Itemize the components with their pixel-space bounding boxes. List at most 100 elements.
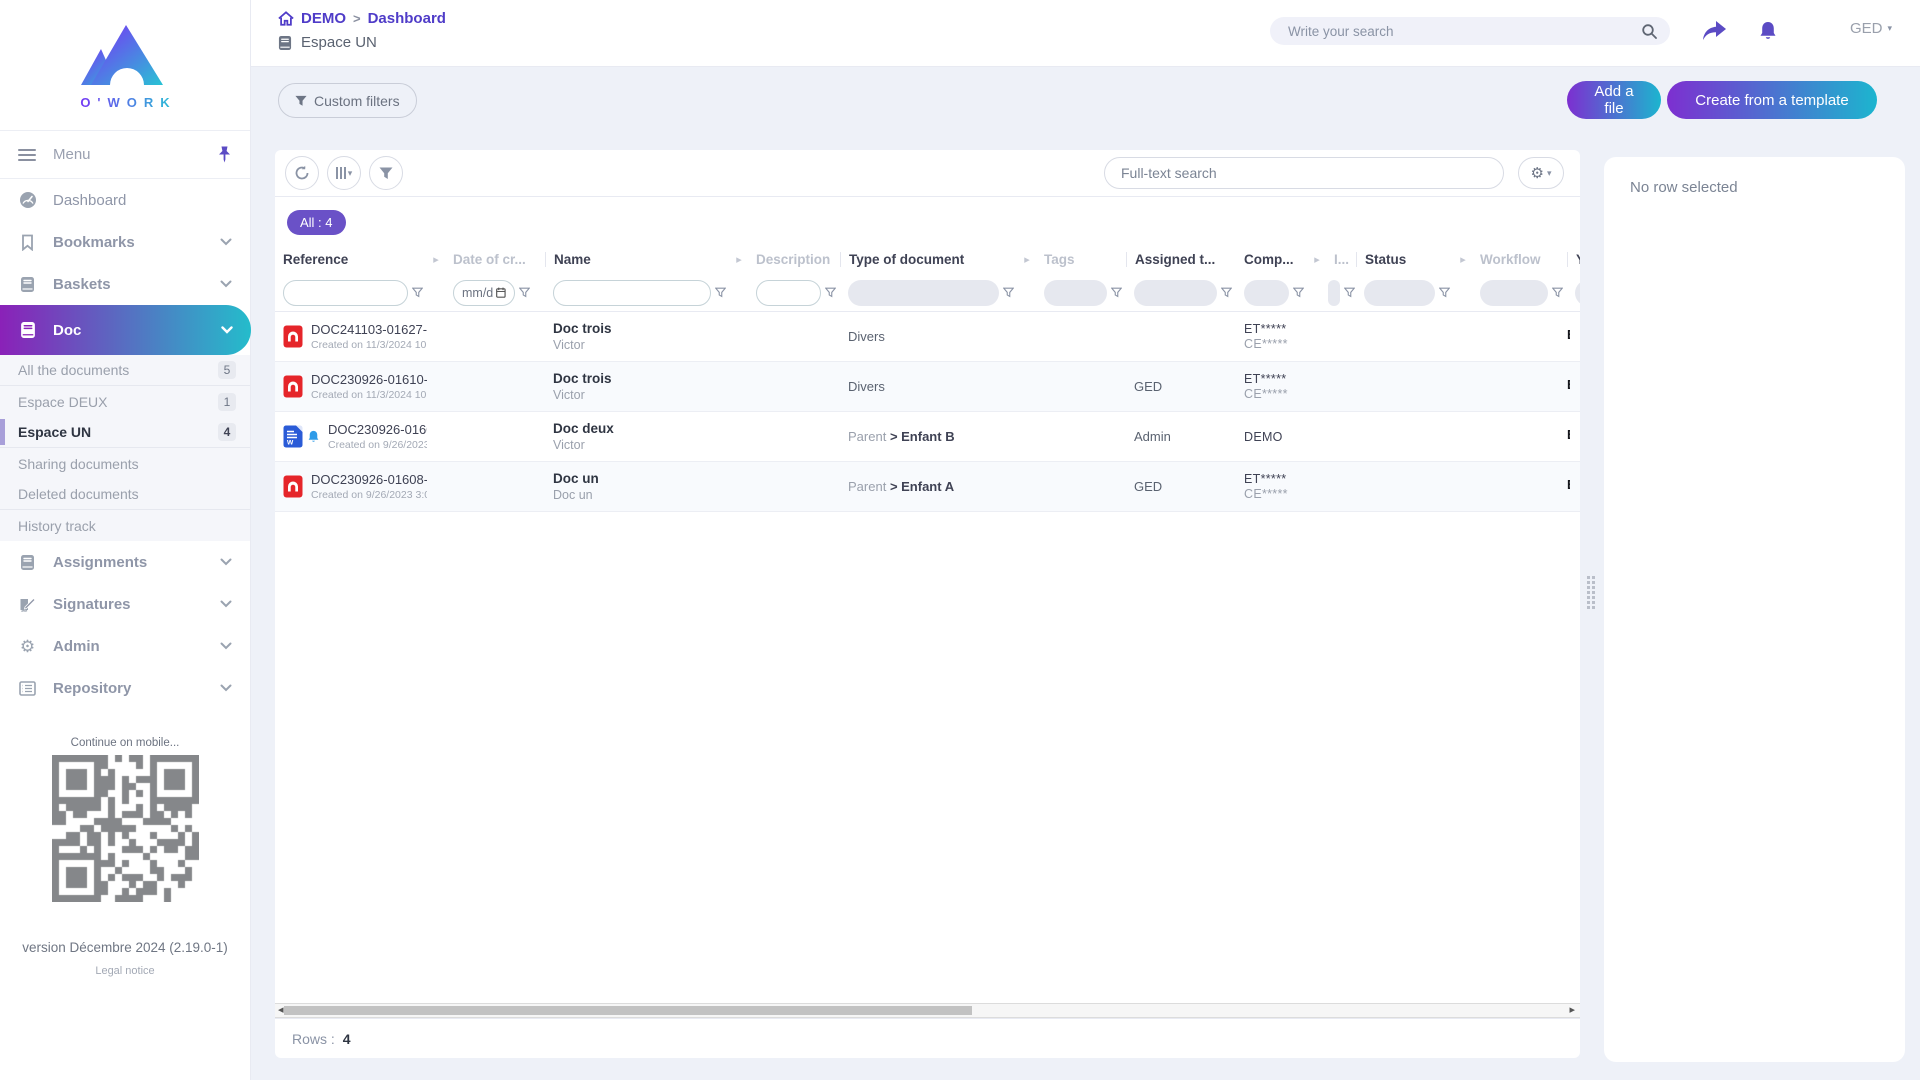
funnel-icon[interactable] [412, 287, 423, 298]
document-created: Created on 9/26/2023 3:08:43 AM [311, 489, 427, 501]
count-badge: 4 [218, 423, 236, 441]
filter-input-description[interactable] [756, 279, 821, 306]
documents-table-card: ▾ ⚙ ▾ All : 4 Reference ▸ Date of cr... … [275, 150, 1580, 1058]
filter-input-reference[interactable] [283, 279, 408, 306]
sidebar-item-label: Repository [53, 679, 132, 697]
filter-input-date[interactable]: mm/d [453, 279, 515, 306]
column-header-date[interactable]: Date of cr... [445, 252, 545, 267]
sidebar-item-all-documents[interactable]: All the documents 5 [0, 355, 250, 386]
table-row[interactable]: w DOC230926-01609-0 Created on 9/26/2023… [275, 412, 1580, 462]
sort-arrow-icon[interactable]: ▸ [1454, 253, 1472, 266]
table-row[interactable]: DOC230926-01610-3 Created on 11/3/2024 1… [275, 362, 1580, 412]
funnel-icon[interactable] [1221, 287, 1232, 298]
sidebar-item-repository[interactable]: Repository [0, 667, 250, 709]
column-header-status[interactable]: Status [1356, 251, 1454, 267]
pdf-file-icon [283, 475, 303, 498]
document-type-parent: Parent [848, 479, 887, 494]
global-search-input[interactable] [1288, 23, 1641, 39]
share-icon[interactable] [1699, 16, 1729, 46]
company-value-2: CE***** [1244, 487, 1288, 501]
funnel-icon[interactable] [825, 287, 836, 298]
sidebar-item-label: Dashboard [53, 191, 127, 209]
column-header-assigned[interactable]: Assigned t... [1126, 251, 1236, 267]
table-row[interactable]: DOC230926-01608-0 Created on 9/26/2023 3… [275, 462, 1580, 512]
column-header-description[interactable]: Description [748, 252, 840, 267]
column-header-type[interactable]: Type of document [840, 251, 1018, 267]
clipped-cell-text: E [1567, 477, 1570, 492]
breadcrumb-current[interactable]: Dashboard [368, 10, 446, 27]
sort-arrow-icon[interactable]: ▸ [1308, 253, 1326, 266]
sidebar-item-baskets[interactable]: Baskets [0, 263, 250, 305]
search-icon[interactable] [1641, 23, 1658, 40]
company-value: ET***** [1244, 472, 1287, 486]
sidebar-item-history-track[interactable]: History track [0, 510, 250, 541]
fulltext-search-input[interactable] [1104, 157, 1504, 189]
sidebar-item-espace-un[interactable]: Espace UN 4 [0, 417, 250, 448]
sidebar-item-label: Baskets [53, 275, 111, 293]
panel-resize-handle[interactable] [1587, 576, 1595, 609]
count-badge: 5 [218, 361, 236, 379]
refresh-button[interactable] [285, 156, 319, 190]
column-header-reference[interactable]: Reference [275, 252, 427, 267]
company-value-2: CE***** [1244, 337, 1288, 351]
table-row[interactable]: DOC241103-01627-0 Created on 11/3/2024 1… [275, 312, 1580, 362]
pin-icon[interactable] [217, 146, 232, 163]
column-header-i[interactable]: I... [1326, 252, 1356, 267]
add-file-button[interactable]: Add a file [1567, 81, 1661, 119]
book-icon [18, 321, 37, 339]
sort-arrow-icon[interactable]: ▸ [730, 253, 748, 266]
column-header-company[interactable]: Comp... [1236, 252, 1308, 267]
funnel-icon[interactable] [1111, 287, 1122, 298]
columns-button[interactable]: ▾ [327, 156, 361, 190]
sidebar-item-signatures[interactable]: Signatures [0, 583, 250, 625]
bell-icon[interactable] [1753, 16, 1783, 46]
sort-arrow-icon[interactable]: ▸ [1018, 253, 1036, 266]
column-header-tags[interactable]: Tags [1036, 252, 1126, 267]
sidebar-item-sharing-documents[interactable]: Sharing documents [0, 448, 250, 479]
column-header-y[interactable]: Y... [1567, 251, 1580, 267]
funnel-icon[interactable] [1293, 287, 1304, 298]
funnel-icon[interactable] [1003, 287, 1014, 298]
funnel-icon [379, 167, 393, 179]
scroll-right-icon[interactable]: ▸ [1569, 1004, 1575, 1017]
filter-button[interactable] [369, 156, 403, 190]
create-from-template-button[interactable]: Create from a template [1667, 81, 1877, 119]
home-icon[interactable] [278, 11, 294, 26]
funnel-icon [295, 95, 307, 107]
column-header-name[interactable]: Name [545, 251, 730, 267]
filter-disabled-tags [1044, 279, 1107, 306]
document-name: Doc trois [553, 371, 612, 386]
table-header-row: Reference ▸ Date of cr... Name ▸ Descrip… [275, 244, 1580, 274]
document-subname: Doc un [553, 488, 593, 502]
clipped-cell-text: E [1567, 377, 1570, 392]
user-menu[interactable]: GED ▾ [1850, 20, 1892, 37]
sort-arrow-icon[interactable]: ▸ [427, 253, 445, 266]
sidebar-item-doc-active[interactable]: Doc [0, 305, 251, 355]
breadcrumb-root[interactable]: DEMO [301, 10, 346, 27]
pdf-file-icon [283, 325, 303, 348]
filter-input-name[interactable] [553, 279, 711, 306]
custom-filters-button[interactable]: Custom filters [278, 83, 417, 118]
book-icon [278, 35, 292, 51]
sidebar-item-dashboard[interactable]: Dashboard [0, 179, 250, 221]
table-filter-row: mm/d [275, 274, 1580, 312]
table-settings-button[interactable]: ⚙ ▾ [1518, 157, 1564, 189]
legal-notice-link[interactable]: Legal notice [0, 965, 250, 977]
funnel-icon[interactable] [519, 287, 530, 298]
sidebar-item-assignments[interactable]: Assignments [0, 541, 250, 583]
sidebar-item-deleted-documents[interactable]: Deleted documents [0, 479, 250, 510]
funnel-icon[interactable] [715, 287, 726, 298]
all-count-chip[interactable]: All : 4 [287, 210, 346, 235]
funnel-icon[interactable] [1552, 287, 1563, 298]
hamburger-icon[interactable] [18, 146, 36, 164]
funnel-icon[interactable] [1439, 287, 1450, 298]
scrollbar-thumb[interactable] [284, 1006, 972, 1015]
sidebar-item-label: Bookmarks [53, 233, 135, 251]
scroll-left-icon[interactable]: ◂ [278, 1004, 284, 1017]
funnel-icon[interactable] [1344, 287, 1355, 298]
sidebar-item-bookmarks[interactable]: Bookmarks [0, 221, 250, 263]
sidebar-item-espace-deux[interactable]: Espace DEUX 1 [0, 386, 250, 417]
column-header-workflow[interactable]: Workflow [1472, 252, 1567, 267]
horizontal-scrollbar[interactable]: ◂ ▸ [275, 1003, 1580, 1018]
sidebar-item-admin[interactable]: ⚙ Admin [0, 625, 250, 667]
